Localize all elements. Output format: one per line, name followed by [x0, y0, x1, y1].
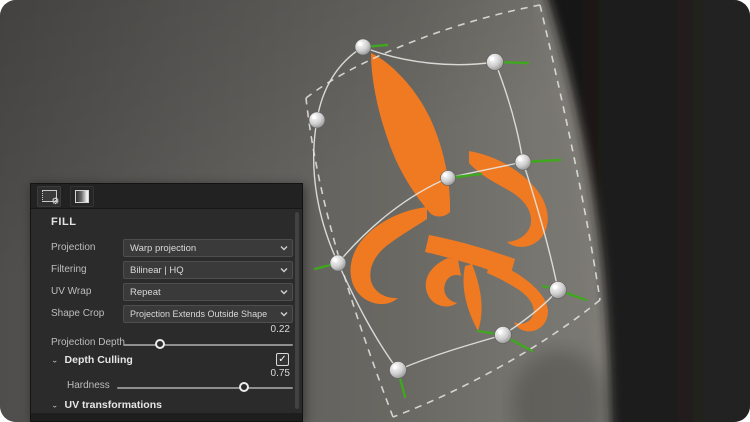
uv-wrap-dropdown[interactable]: Repeat — [123, 283, 293, 301]
projection-value: Warp projection — [130, 242, 197, 254]
warp-control-point — [440, 170, 456, 186]
row-filtering: Filtering Bilinear | HQ — [31, 261, 302, 281]
projection-depth-slider[interactable] — [123, 339, 293, 349]
filtering-label: Filtering — [51, 264, 87, 275]
warp-control-point — [354, 38, 372, 56]
depth-culling-title: Depth Culling — [64, 354, 133, 366]
chevron-down-icon — [280, 246, 288, 251]
chevron-down-icon — [280, 268, 288, 273]
shape-crop-label: Shape Crop — [51, 308, 105, 319]
projection-depth-slider-handle[interactable] — [155, 339, 166, 349]
panel-scrollbar[interactable] — [295, 212, 299, 409]
depth-culling-checkbox[interactable]: ✓ — [276, 353, 289, 366]
uv-transformations-title: UV transformations — [64, 399, 162, 411]
hardness-label: Hardness — [67, 380, 110, 391]
warp-control-point — [308, 111, 326, 129]
tab-material[interactable] — [70, 185, 94, 207]
warp-control-point — [329, 254, 347, 272]
chevron-down-icon: ⌄ — [51, 355, 59, 364]
app-screenshot: ⚙ FILL Projection Warp projection Filter… — [0, 0, 750, 422]
hardness-slider[interactable] — [117, 382, 293, 392]
projection-depth-label: Projection Depth — [51, 337, 125, 348]
uv-wrap-value: Repeat — [130, 286, 161, 298]
fill-properties-panel: ⚙ FILL Projection Warp projection Filter… — [30, 183, 303, 422]
panel-title: FILL — [51, 216, 77, 228]
panel-footer-strip — [31, 413, 302, 421]
hardness-slider-handle[interactable] — [238, 382, 249, 392]
filtering-dropdown[interactable]: Bilinear | HQ — [123, 261, 293, 279]
material-roll-icon — [75, 189, 89, 203]
row-shape-crop: Shape Crop Projection Extends Outside Sh… — [31, 305, 302, 325]
chevron-down-icon — [280, 312, 288, 317]
section-depth-culling[interactable]: ⌄ Depth Culling — [51, 354, 133, 366]
filtering-value: Bilinear | HQ — [130, 264, 184, 276]
warp-control-point — [389, 361, 407, 379]
uv-wrap-label: UV Wrap — [51, 286, 92, 297]
shape-crop-dropdown[interactable]: Projection Extends Outside Shape — [123, 305, 293, 323]
warp-control-point — [549, 281, 567, 299]
panel-tabbar: ⚙ — [31, 184, 302, 209]
projection-gear-icon: ⚙ — [41, 190, 60, 206]
chevron-down-icon — [280, 290, 288, 295]
warp-control-point — [486, 53, 504, 71]
warp-control-point — [514, 153, 532, 171]
shape-crop-value: Projection Extends Outside Shape — [130, 309, 268, 319]
row-projection: Projection Warp projection — [31, 239, 302, 259]
chevron-down-icon: ⌄ — [51, 400, 59, 409]
row-uv-wrap: UV Wrap Repeat — [31, 283, 302, 303]
warp-control-point — [494, 326, 512, 344]
hardness-value: 0.75 — [270, 368, 290, 379]
section-uv-transformations[interactable]: ⌄ UV transformations — [51, 399, 162, 411]
projection-depth-value: 0.22 — [270, 324, 290, 335]
projection-label: Projection — [51, 242, 96, 253]
projection-dropdown[interactable]: Warp projection — [123, 239, 293, 257]
tab-fill-settings[interactable]: ⚙ — [37, 185, 61, 207]
